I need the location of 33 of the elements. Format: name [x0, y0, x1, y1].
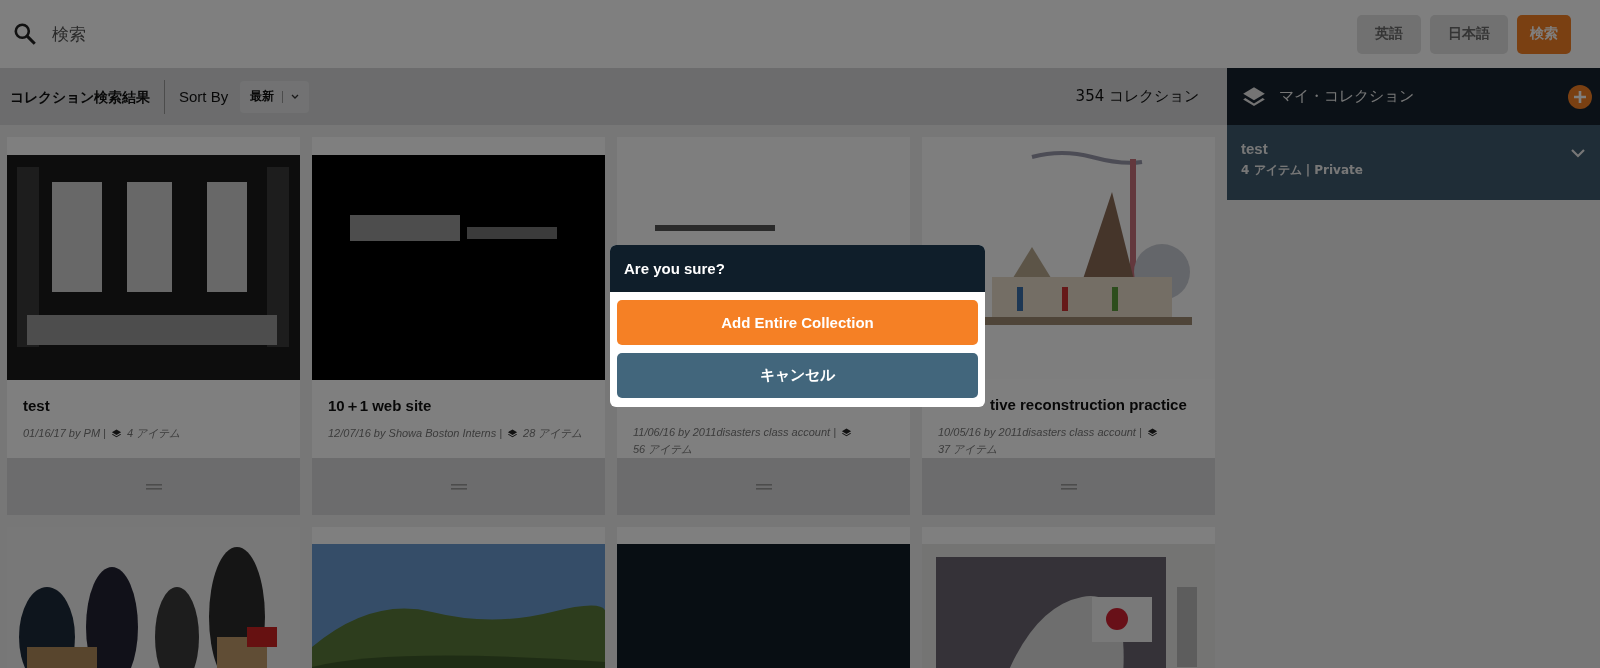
layers-icon [1146, 427, 1158, 439]
collection-item[interactable]: test 4 アイテム | Private [1227, 125, 1600, 200]
drag-handle-icon[interactable] [1060, 483, 1077, 490]
sort-label: Sort By [179, 88, 229, 105]
collection-title: 10＋1 web site [328, 397, 432, 414]
search-button[interactable]: 検索 [1517, 14, 1571, 54]
cancel-button[interactable]: キャンセル [617, 353, 978, 398]
language-button[interactable]: 日本語 [1430, 14, 1508, 54]
add-icon[interactable] [1568, 84, 1592, 109]
dialog-title: Are you sure? [624, 260, 725, 277]
collection-meta: 11/06/16 by 2011disasters class account | [633, 425, 837, 441]
collection-meta: 12/07/16 by Showa Boston Interns | [328, 426, 503, 441]
sort-dropdown[interactable]: 最新 [240, 80, 310, 113]
drag-handle-icon[interactable] [450, 483, 467, 490]
collection-title: tive reconstruction practice [990, 396, 1187, 414]
results-title: コレクション検索結果 [10, 79, 165, 114]
add-collection-button[interactable]: Add Entire Collection [617, 300, 978, 345]
collection-title: test [23, 397, 50, 414]
collection-count: 354 コレクション [1075, 87, 1199, 106]
panel-title: マイ・コレクション [1279, 87, 1415, 106]
search-icon [12, 21, 38, 47]
collection-info: 4 アイテム | Private [1241, 162, 1363, 179]
drag-handle-icon[interactable] [755, 483, 772, 490]
collection-name: test [1241, 140, 1269, 157]
layers-icon [110, 428, 122, 439]
layers-icon [841, 427, 853, 439]
collection-meta: 01/16/17 by PM | [23, 426, 106, 441]
collection-meta: 10/05/16 by 2011disasters class account | [938, 425, 1142, 441]
layers-icon [507, 428, 519, 439]
caret-icon [291, 93, 300, 100]
language-button[interactable]: 英語 [1357, 14, 1421, 54]
chevron-icon[interactable] [1570, 148, 1586, 158]
drag-handle-icon[interactable] [145, 483, 162, 490]
